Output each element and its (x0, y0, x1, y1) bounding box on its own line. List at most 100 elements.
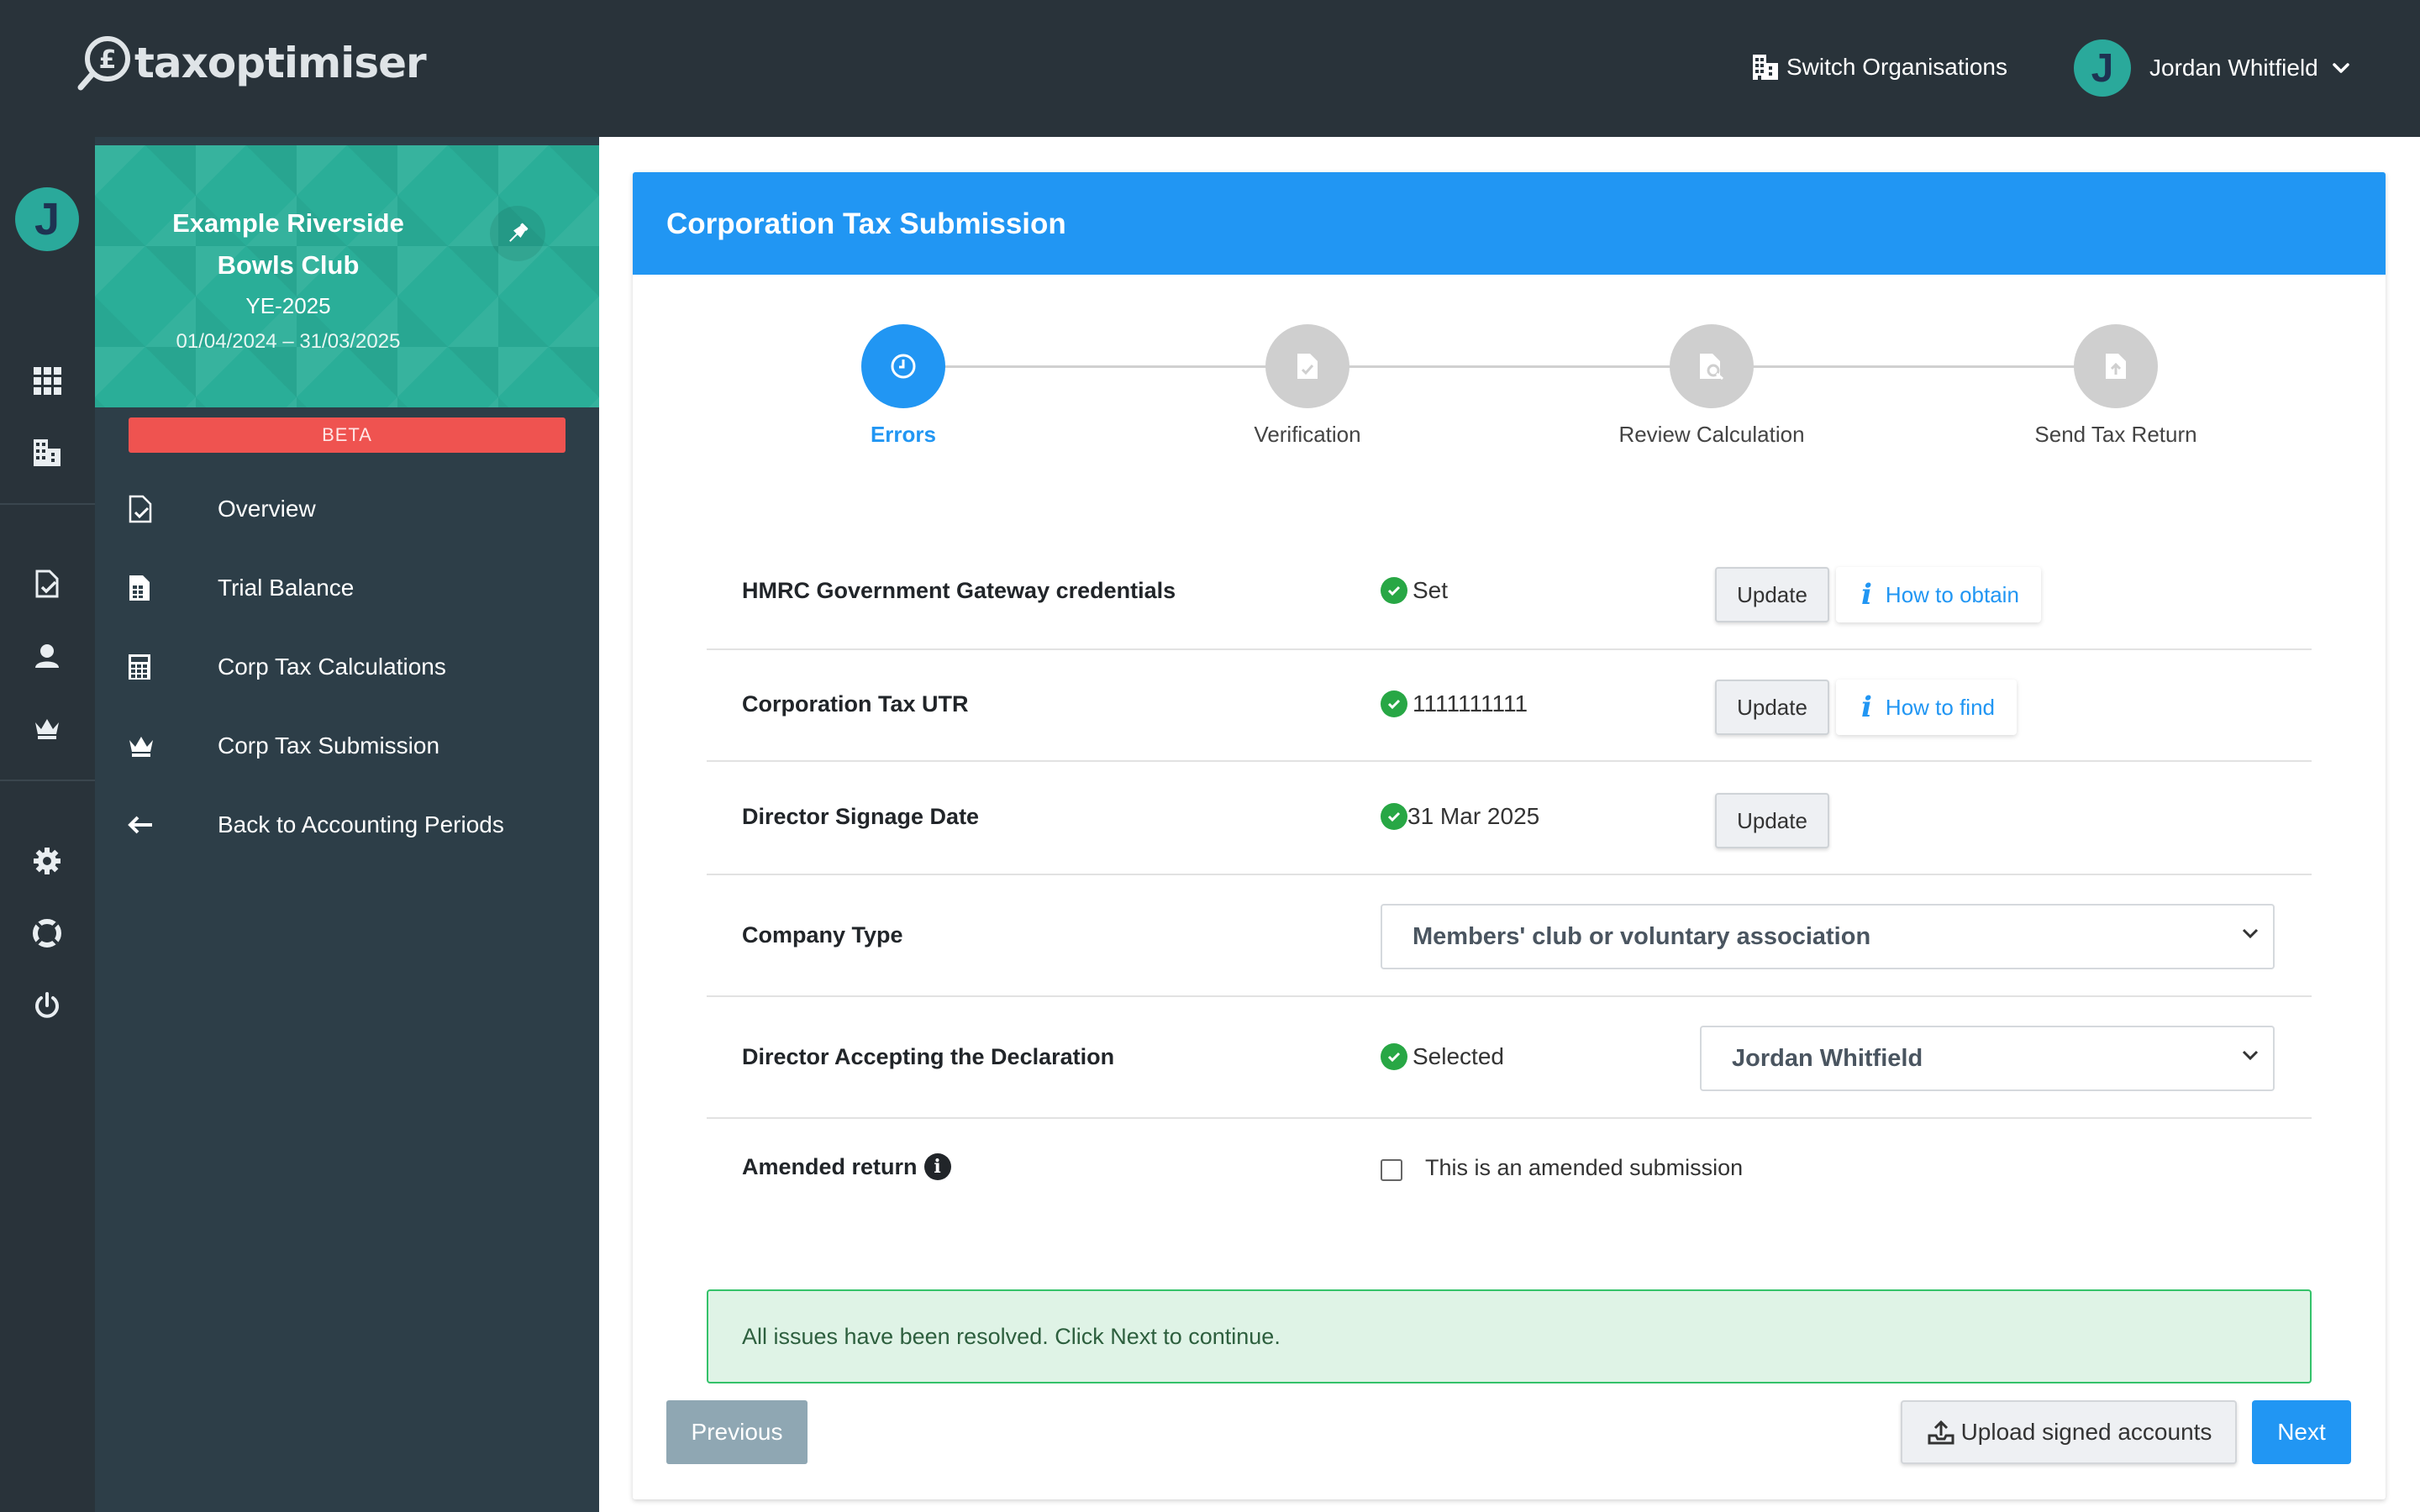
director-select[interactable]: Jordan Whitfield (1700, 1026, 2275, 1091)
organisation-name: Example Riverside Bowls Club (172, 208, 404, 280)
svg-text:£: £ (99, 45, 117, 75)
company-type-row: Company Type Members' club or voluntary … (707, 875, 2312, 997)
sidebar-item-trial-balance[interactable]: Trial Balance (95, 549, 599, 627)
status-text: 31 Mar 2025 (1407, 803, 1540, 829)
sidebar-item-back-to-accounting-periods[interactable]: Back to Accounting Periods (95, 785, 599, 864)
rail-avatar[interactable]: J (15, 187, 79, 251)
next-button[interactable]: Next (2252, 1400, 2351, 1464)
update-button[interactable]: Update (1715, 793, 1829, 848)
rail-divider (0, 503, 95, 505)
sidebar-item-label: Back to Accounting Periods (218, 811, 504, 837)
grid-icon[interactable] (30, 364, 64, 397)
sidebar-nav: Overview Trial Balance Corp Tax Calculat… (95, 470, 599, 864)
check-circle-icon (1381, 690, 1407, 717)
company-type-select[interactable]: Members' club or voluntary association (1381, 904, 2275, 969)
how-to-obtain-button[interactable]: i How to obtain (1836, 567, 2041, 622)
magnifier-pound-icon: £ (76, 34, 134, 92)
buildings-icon[interactable] (30, 436, 64, 470)
sidebar-item-label: Corp Tax Submission (218, 732, 440, 759)
document-check-icon (127, 492, 177, 526)
spreadsheet-icon (127, 571, 177, 605)
how-to-find-button[interactable]: i How to find (1836, 680, 2017, 735)
status-text: Set (1413, 577, 1449, 603)
check-circle-icon (1381, 1043, 1407, 1070)
buildings-icon (1753, 55, 1778, 80)
status-indicator: 31 Mar 2025 (1381, 803, 1539, 830)
step-label-errors: Errors (870, 422, 937, 447)
user-menu[interactable]: J Jordan Whitfield (2074, 39, 2350, 97)
upload-signed-accounts-button[interactable]: Upload signed accounts (1901, 1400, 2237, 1464)
sidebar-item-label: Trial Balance (218, 575, 355, 601)
info-icon: i (1861, 578, 1872, 612)
amended-return-label: Amended return (742, 1153, 918, 1179)
sidebar-item-label: Overview (218, 496, 316, 522)
calculator-icon (127, 650, 177, 684)
icon-rail: J (0, 137, 95, 1512)
status-indicator: 1111111111 (1381, 690, 1528, 717)
step-label-verification: Verification (1254, 422, 1361, 447)
main-content: Corporation Tax Submission Errors Verifi… (599, 137, 2420, 1512)
clock-icon (891, 354, 916, 379)
step-errors[interactable] (861, 324, 945, 408)
step-label-review-calculation: Review Calculation (1618, 422, 1805, 447)
submission-card: Corporation Tax Submission Errors Verifi… (633, 172, 2386, 1499)
info-icon[interactable]: i (923, 1153, 951, 1180)
sidebar-item-label: Corp Tax Calculations (218, 654, 446, 680)
upload-icon (1928, 1420, 1954, 1445)
page-title: Corporation Tax Submission (666, 207, 1066, 240)
status-indicator: Selected (1381, 1043, 1504, 1070)
document-upload-icon (2106, 354, 2126, 379)
user-icon[interactable] (30, 639, 64, 673)
stepper-track (903, 365, 2148, 368)
card-header: Corporation Tax Submission (633, 172, 2386, 275)
status-indicator: Set (1381, 577, 1448, 604)
previous-button[interactable]: Previous (666, 1400, 808, 1464)
app-logo[interactable]: £ taxoptimiser (76, 34, 427, 92)
check-circle-icon (1381, 577, 1407, 604)
crown-icon[interactable] (30, 711, 64, 745)
sidebar: Example Riverside Bowls Club YE-2025 01/… (95, 137, 599, 1512)
step-review-calculation[interactable] (1670, 324, 1754, 408)
help-label: How to obtain (1885, 581, 2019, 607)
status-text: Selected (1413, 1043, 1504, 1069)
sidebar-item-corp-tax-calculations[interactable]: Corp Tax Calculations (95, 627, 599, 706)
selected-value: Members' club or voluntary association (1413, 922, 1871, 950)
document-check-icon[interactable] (30, 567, 64, 601)
accounting-period-dates: 01/04/2024 – 31/03/2025 (176, 330, 401, 353)
year-end-label: YE-2025 (245, 293, 331, 318)
step-send-tax-return[interactable] (2074, 324, 2158, 408)
row-label: Director Accepting the Declaration (742, 1044, 1115, 1069)
gear-icon[interactable] (30, 844, 64, 878)
amended-return-row: Amended return i This is an amended subm… (707, 1119, 2312, 1203)
amended-submission-checkbox[interactable] (1381, 1159, 1402, 1181)
pin-icon (509, 223, 529, 242)
director-signage-date-row: Director Signage Date 31 Mar 2025 Update (707, 762, 2312, 875)
corporation-tax-utr-row: Corporation Tax UTR 1111111111 Update i … (707, 650, 2312, 762)
chevron-down-icon (2242, 928, 2259, 939)
update-button[interactable]: Update (1715, 680, 1829, 735)
sidebar-item-overview[interactable]: Overview (95, 470, 599, 549)
selected-value: Jordan Whitfield (1732, 1044, 1923, 1072)
power-icon[interactable] (30, 989, 64, 1022)
logo-text: taxoptimiser (134, 39, 427, 87)
row-label: Director Signage Date (742, 804, 980, 829)
switch-organisations-button[interactable]: Switch Organisations (1751, 49, 2007, 86)
rail-divider (0, 780, 95, 781)
row-label: Company Type (742, 922, 903, 948)
step-label-send-tax-return: Send Tax Return (2034, 422, 2197, 447)
switch-organisations-label: Switch Organisations (1786, 54, 2008, 80)
crown-icon (127, 729, 177, 763)
amended-submission-label[interactable]: This is an amended submission (1425, 1155, 1743, 1181)
status-text: 1111111111 (1413, 690, 1528, 717)
pin-button[interactable] (490, 206, 545, 261)
sidebar-item-corp-tax-submission[interactable]: Corp Tax Submission (95, 706, 599, 785)
step-verification[interactable] (1265, 324, 1349, 408)
update-button[interactable]: Update (1715, 567, 1829, 622)
gateway-credentials-row: HMRC Government Gateway credentials Set … (707, 537, 2312, 650)
user-name: Jordan Whitfield (2149, 55, 2318, 81)
document-check-icon (1297, 354, 1318, 379)
chevron-down-icon (2333, 63, 2349, 73)
lifebuoy-icon[interactable] (30, 916, 64, 950)
chevron-down-icon (2242, 1050, 2259, 1061)
document-search-icon (1700, 354, 1723, 381)
